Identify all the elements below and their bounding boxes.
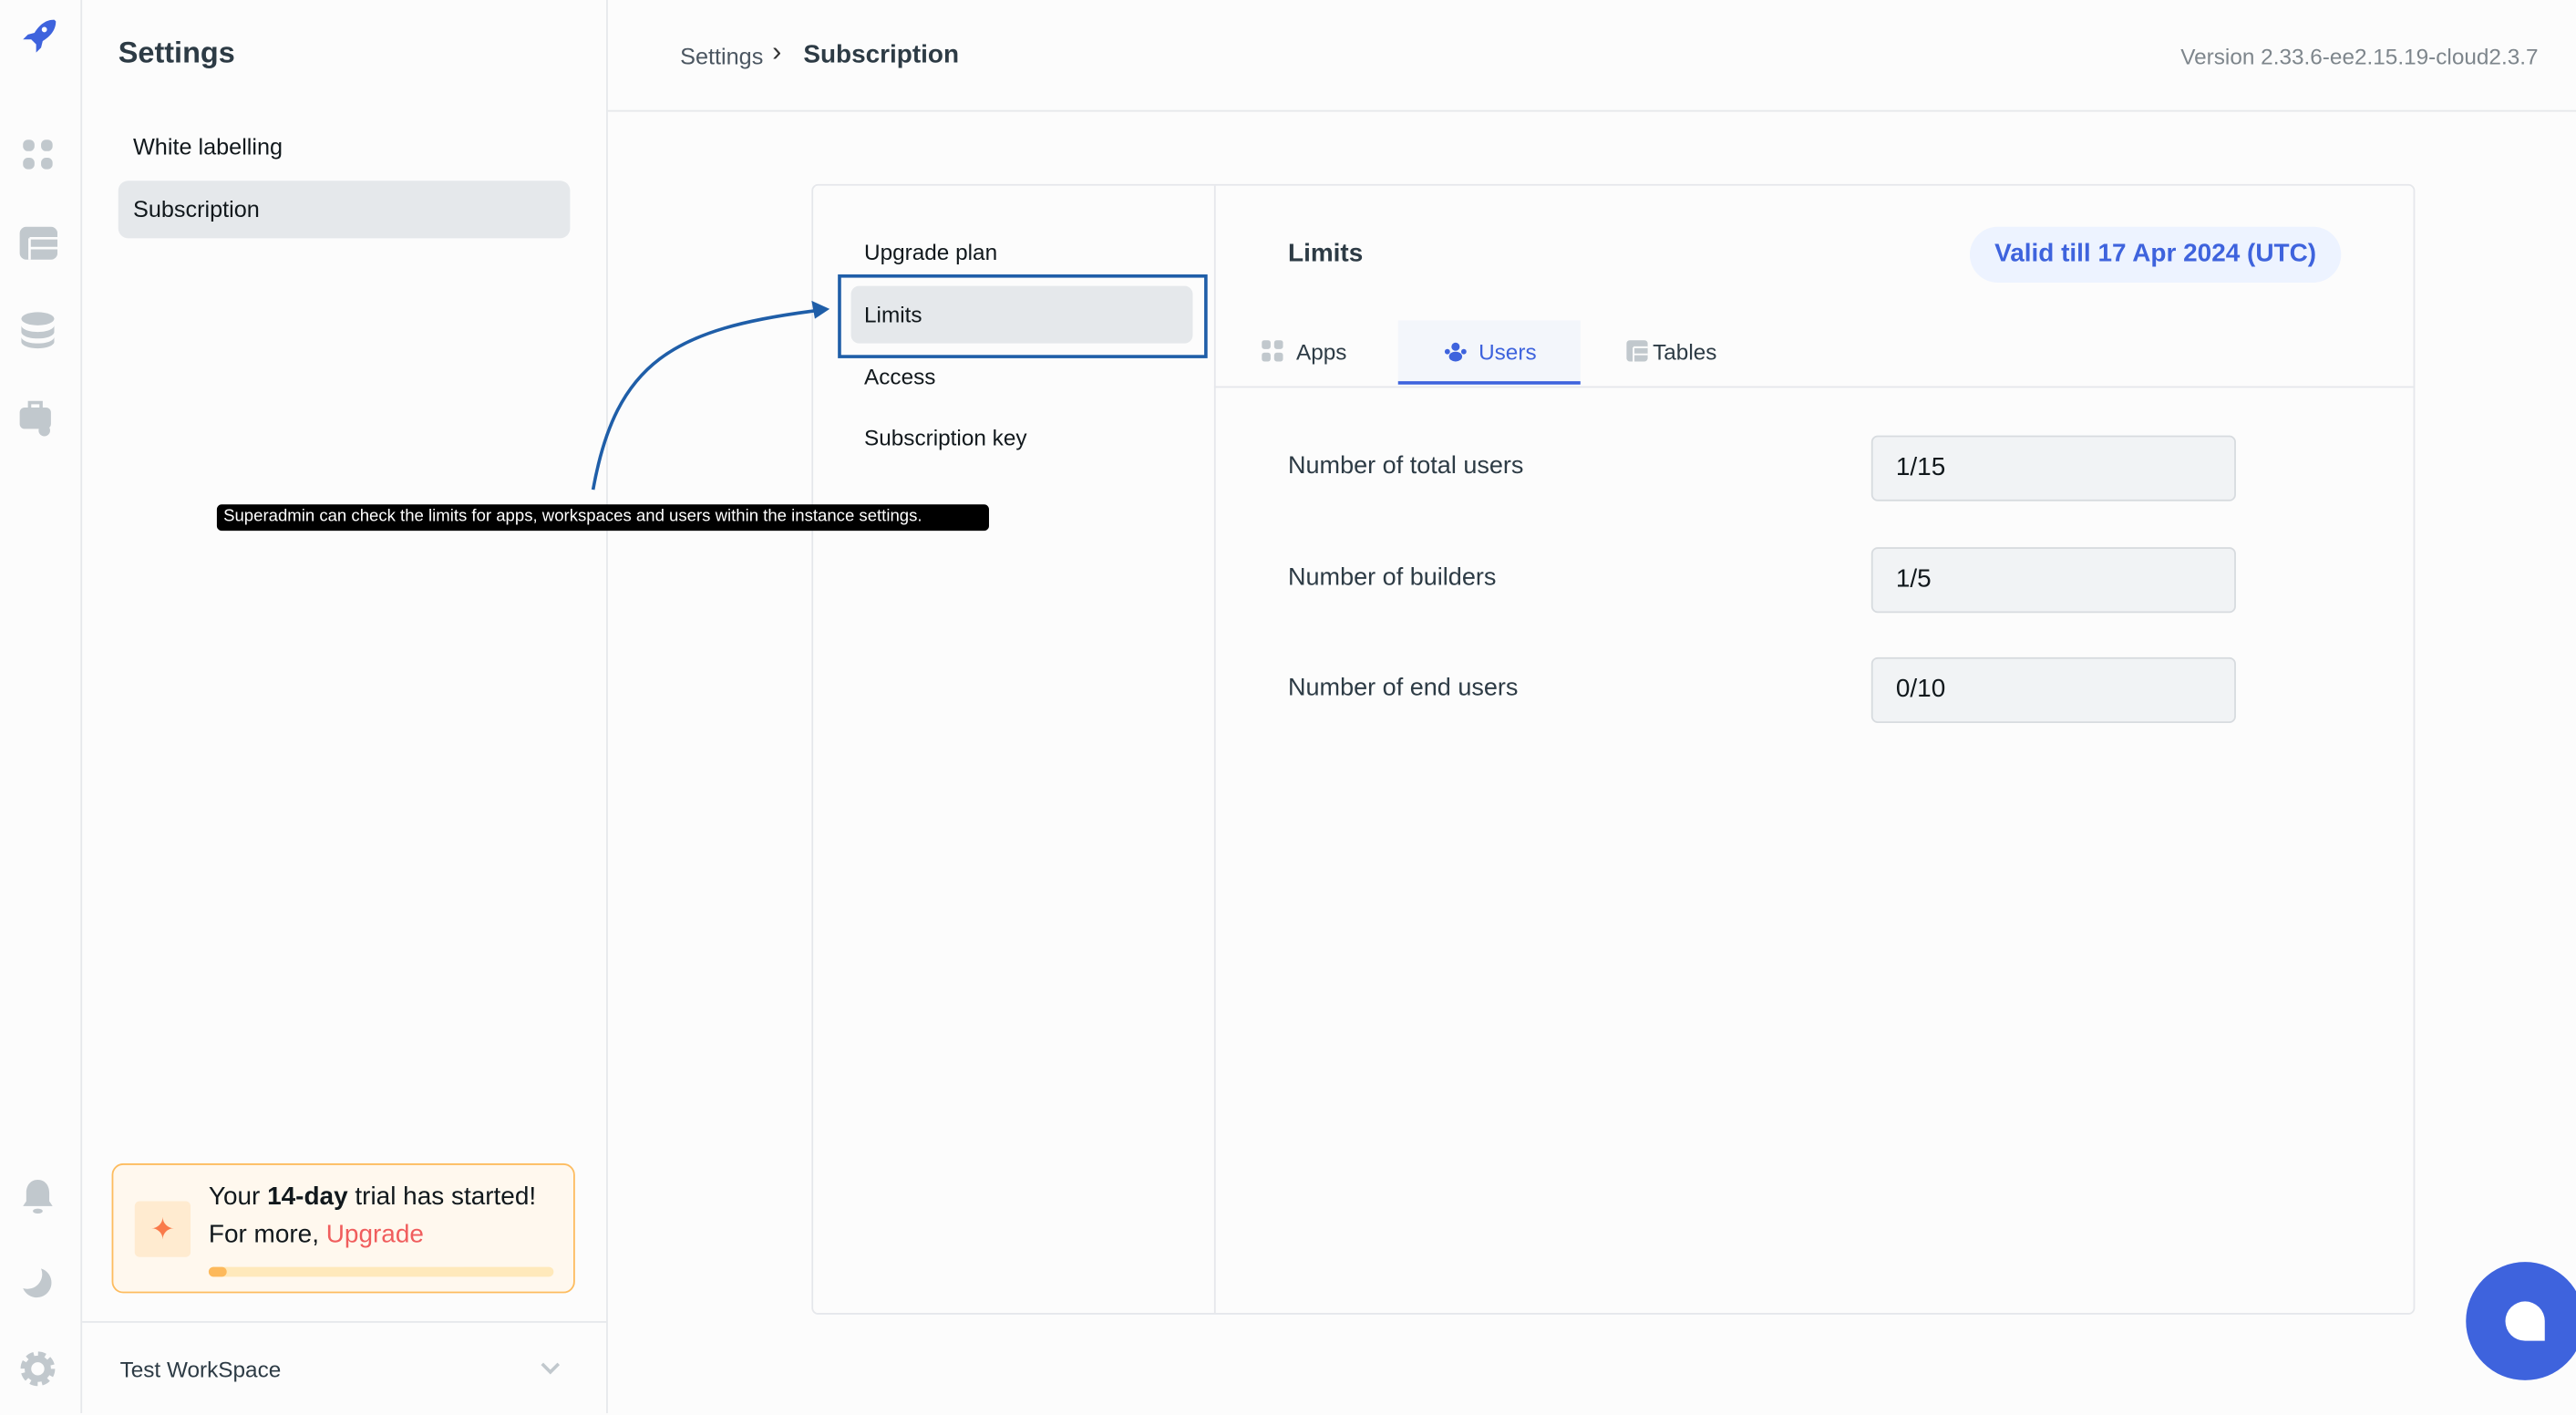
tab-apps-label: Apps [1296,340,1347,366]
sparkle-icon: ✦ [134,1201,191,1257]
gear-icon[interactable] [18,1349,57,1389]
breadcrumb-chevron-icon: › [772,36,782,67]
trial-days: 14-day [267,1183,348,1212]
trial-progress-fill [208,1266,226,1277]
limits-tabs: Apps Users Tables [1213,320,2414,388]
moon-icon[interactable] [18,1264,57,1303]
builders-label: Number of builders [1288,563,1497,592]
tab-tables[interactable]: Tables [1626,320,1741,384]
apps-grid-icon[interactable] [18,135,57,174]
trial-message: Your 14-day trial has started! [209,1183,536,1213]
bell-icon[interactable] [18,1176,57,1215]
total-users-label: Number of total users [1288,451,1524,480]
workspace-switcher[interactable]: Test WorkSpace [82,1321,607,1415]
database-icon[interactable] [18,311,57,350]
settings-sidebar: Settings White labelling Subscription ✦ … [82,0,608,1413]
trial-more-text: For more, [208,1221,326,1249]
valid-till-badge: Valid till 17 Apr 2024 (UTC) [1969,226,2342,283]
total-users-field: 1/15 [1870,435,2236,501]
trial-progress-bar [208,1266,554,1277]
tab-apps[interactable]: Apps [1262,320,1364,384]
subscription-card: Upgrade plan Limits Access Subscription … [811,183,2416,1315]
upgrade-link[interactable]: Upgrade [326,1221,424,1249]
sidebar-item-white-labelling[interactable]: White labelling [118,119,571,176]
breadcrumb-subscription: Subscription [803,41,960,69]
nav-subscription-key[interactable]: Subscription key [851,409,1193,467]
trial-upgrade-line: For more, Upgrade [209,1221,424,1250]
subscription-nav: Upgrade plan Limits Access Subscription … [813,185,1216,1314]
workflows-icon[interactable] [18,398,57,437]
builders-field: 1/5 [1870,547,2236,614]
end-users-label: Number of end users [1288,673,1519,702]
table-icon [1626,340,1648,362]
end-users-field: 0/10 [1870,656,2236,724]
nav-upgrade-plan[interactable]: Upgrade plan [851,223,1193,281]
rocket-logo-icon[interactable] [18,16,57,56]
tab-users[interactable]: Users [1397,320,1581,385]
trial-prefix: Your [208,1183,268,1212]
workspace-name: Test WorkSpace [119,1357,282,1382]
breadcrumb-settings[interactable]: Settings [680,43,763,69]
sidebar-item-subscription[interactable]: Subscription [118,181,571,239]
tab-tables-label: Tables [1653,340,1717,366]
chevron-down-icon[interactable] [541,1362,561,1375]
version-label: Version 2.33.6-ee2.15.19-cloud2.3.7 [2180,44,2539,69]
page-header: Settings › Subscription Version 2.33.6-e… [607,0,2576,112]
trial-banner: ✦ Your 14-day trial has started! For mor… [111,1163,575,1294]
trial-suffix: trial has started! [347,1183,537,1212]
annotation-tooltip: Superadmin can check the limits for apps… [216,504,989,532]
tables-icon[interactable] [18,223,58,263]
apps-grid-icon [1262,340,1283,362]
limits-title: Limits [1288,240,1364,268]
annotation-highlight-box [838,274,1208,358]
chat-bubble-icon [2505,1301,2545,1341]
sidebar-title: Settings [118,36,235,69]
chat-button[interactable] [2466,1262,2576,1380]
tab-users-label: Users [1479,340,1537,366]
users-icon [1444,342,1467,362]
icon-rail [0,0,83,1413]
